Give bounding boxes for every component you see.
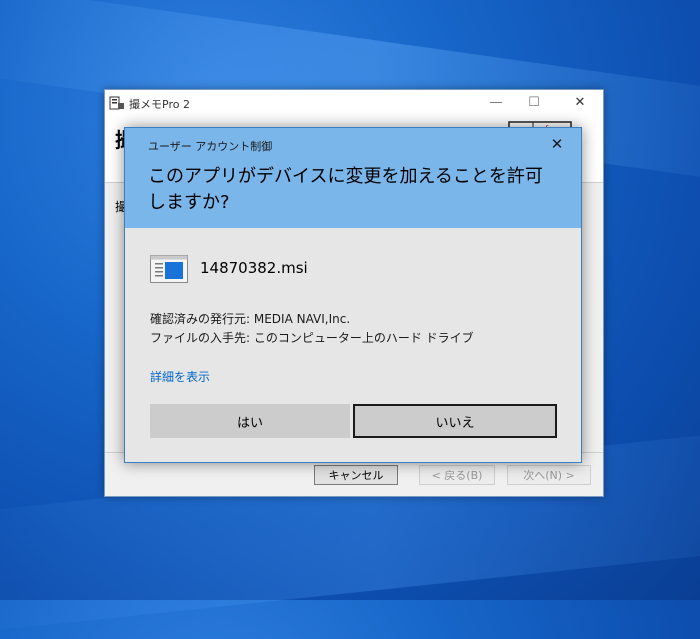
cancel-button[interactable]: キャンセル [314,465,398,485]
uac-dialog: ユーザー アカウント制御 ✕ このアプリがデバイスに変更を加えることを許可します… [124,127,582,463]
app-icon [109,96,124,110]
installer-titlebar: 撮メモPro 2 — ☐ ✕ [105,90,603,116]
no-button[interactable]: いいえ [353,404,557,438]
installer-title: 撮メモPro 2 [129,98,190,111]
msi-file-icon [150,255,188,283]
back-button[interactable]: < 戻る(B) [419,465,495,485]
close-icon[interactable]: ✕ [547,134,567,154]
publisher-text: 確認済みの発行元: MEDIA NAVI,Inc. [150,312,351,326]
file-name: 14870382.msi [200,259,308,277]
close-icon[interactable]: ✕ [565,94,595,112]
next-button[interactable]: 次へ(N) > [507,465,591,485]
show-details-link[interactable]: 詳細を表示 [150,368,210,385]
uac-caption: ユーザー アカウント制御 [148,140,273,153]
maximize-icon[interactable]: ☐ [519,94,549,112]
yes-button[interactable]: はい [150,404,350,438]
uac-question: このアプリがデバイスに変更を加えることを許可しますか? [148,166,543,213]
minimize-icon[interactable]: — [481,94,511,112]
uac-header: ユーザー アカウント制御 ✕ このアプリがデバイスに変更を加えることを許可します… [125,128,581,228]
origin-text: ファイルの入手先: このコンピューター上のハード ドライブ [150,331,474,345]
